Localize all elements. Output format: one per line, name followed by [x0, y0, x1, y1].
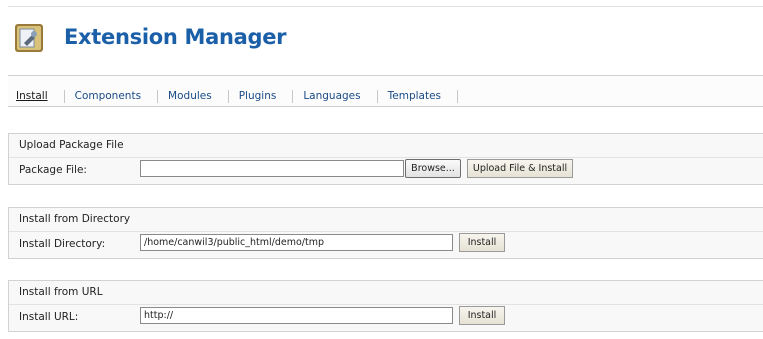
install-url-panel: Install from URL Install URL: http:// In… [8, 280, 763, 332]
panel-header: Upload Package File [9, 134, 763, 158]
extension-manager-icon [15, 24, 43, 52]
panel-header: Install from Directory [9, 208, 763, 232]
page-title: Extension Manager [64, 25, 287, 49]
install-directory-panel: Install from Directory Install Directory… [8, 207, 763, 259]
install-url-button[interactable]: Install [459, 306, 505, 325]
submenu: Install Components Modules Plugins Languages… [8, 75, 763, 107]
browse-button[interactable]: Browse... [405, 159, 461, 178]
tab-install[interactable]: Install [8, 90, 65, 103]
panel-title: Upload Package File [19, 139, 124, 151]
upload-package-panel: Upload Package File Package File: Browse… [8, 133, 763, 185]
tab-plugins[interactable]: Plugins [229, 90, 294, 103]
install-directory-label: Install Directory: [19, 238, 106, 250]
panel-title: Install from URL [19, 286, 103, 298]
tab-modules[interactable]: Modules [158, 90, 229, 103]
install-directory-button[interactable]: Install [459, 233, 505, 252]
page-header: Extension Manager [8, 6, 763, 69]
package-file-label: Package File: [19, 164, 87, 176]
install-directory-input[interactable]: /home/canwil3/public_html/demo/tmp [140, 234, 453, 251]
panel-header: Install from URL [9, 281, 763, 305]
tab-languages[interactable]: Languages [293, 90, 378, 103]
panel-title: Install from Directory [19, 213, 131, 225]
tab-templates[interactable]: Templates [378, 90, 459, 103]
upload-install-button[interactable]: Upload File & Install [467, 159, 573, 178]
install-url-label: Install URL: [19, 311, 79, 323]
package-file-input[interactable] [140, 160, 404, 177]
install-url-input[interactable]: http:// [140, 307, 453, 324]
tab-components[interactable]: Components [65, 90, 159, 103]
